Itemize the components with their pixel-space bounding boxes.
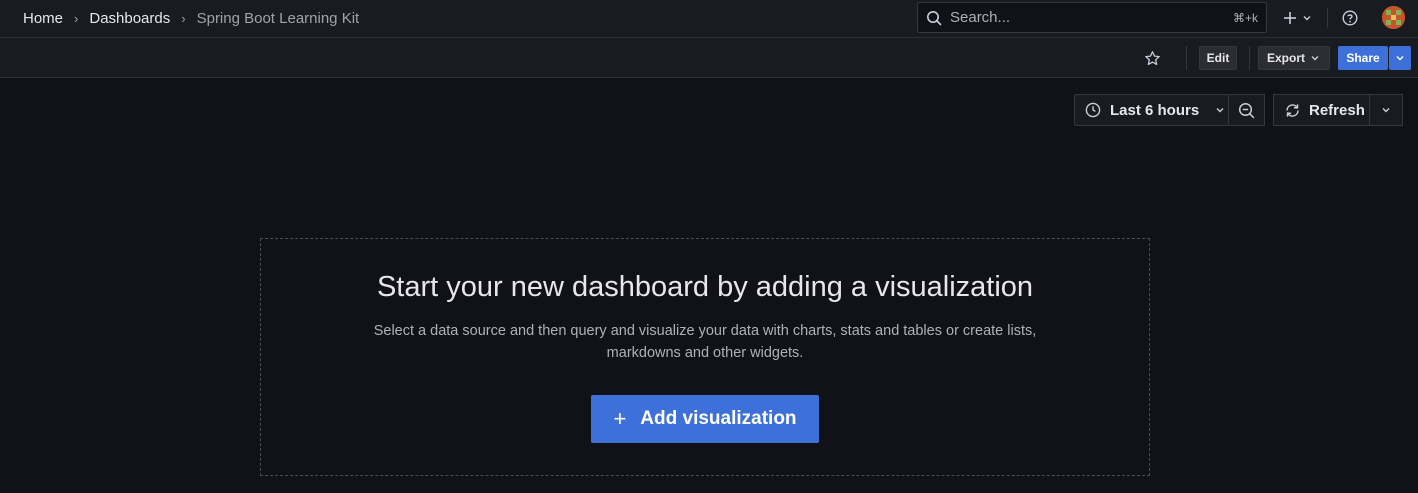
chevron-down-icon <box>1311 56 1319 61</box>
top-navbar: Home › Dashboards › Spring Boot Learning… <box>0 0 1418 38</box>
breadcrumb-home[interactable]: Home <box>23 10 63 27</box>
favorite-button[interactable] <box>1142 48 1162 68</box>
chevron-down-icon <box>1382 108 1390 113</box>
star-icon <box>1144 50 1160 65</box>
plus-icon <box>1283 12 1296 24</box>
export-label: Export <box>1267 51 1306 65</box>
search-icon <box>927 10 942 25</box>
refresh-label: Refresh <box>1309 101 1365 119</box>
time-range-label: Last 6 hours <box>1110 101 1200 119</box>
divider <box>1249 46 1250 70</box>
avatar-image-icon <box>1382 6 1405 29</box>
breadcrumb-current-dashboard: Spring Boot Learning Kit <box>196 10 360 27</box>
share-button[interactable]: Share <box>1338 46 1388 70</box>
breadcrumb-dashboards[interactable]: Dashboards <box>89 10 170 27</box>
chevron-down-icon <box>1303 16 1310 21</box>
add-visualization-button[interactable]: + Add visualization <box>591 395 819 443</box>
empty-dashboard-panel: Start your new dashboard by adding a vis… <box>260 238 1150 476</box>
chevron-down-icon <box>1396 56 1404 61</box>
refresh-button[interactable]: Refresh <box>1273 94 1370 126</box>
search-input[interactable]: Search... ⌘+k <box>917 2 1267 33</box>
search-shortcut: ⌘+k <box>1232 10 1258 25</box>
add-visualization-label: Add visualization <box>640 408 797 429</box>
avatar[interactable] <box>1382 6 1405 29</box>
new-menu-button[interactable] <box>1279 8 1315 28</box>
help-button[interactable] <box>1340 8 1360 28</box>
refresh-icon <box>1286 103 1299 117</box>
breadcrumb-separator-icon: › <box>181 11 186 26</box>
chevron-down-icon <box>1216 108 1224 113</box>
share-dropdown-button[interactable] <box>1389 46 1411 70</box>
divider <box>1327 8 1328 28</box>
search-placeholder: Search... <box>950 9 1011 26</box>
clock-icon <box>1085 102 1101 118</box>
breadcrumb: Home › Dashboards › Spring Boot Learning… <box>23 0 359 37</box>
empty-state-title: Start your new dashboard by adding a vis… <box>376 271 1034 303</box>
edit-button[interactable]: Edit <box>1199 46 1237 70</box>
divider <box>1186 46 1187 70</box>
help-icon <box>1342 10 1358 26</box>
dashboard-toolbar: Edit Export Share <box>0 38 1418 78</box>
plus-icon: + <box>613 406 627 431</box>
export-button[interactable]: Export <box>1258 46 1330 70</box>
time-range-picker[interactable]: Last 6 hours <box>1074 94 1229 126</box>
empty-state-description: Select a data source and then query and … <box>373 323 1037 361</box>
zoom-out-button[interactable] <box>1229 94 1265 126</box>
refresh-interval-dropdown[interactable] <box>1370 94 1403 126</box>
zoom-out-icon <box>1238 102 1255 118</box>
breadcrumb-separator-icon: › <box>74 11 79 26</box>
